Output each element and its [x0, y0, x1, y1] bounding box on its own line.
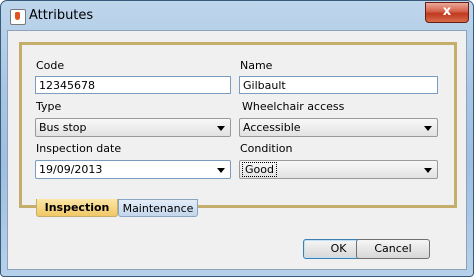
tab-maintenance[interactable]: Maintenance [118, 199, 198, 217]
inspection-tab-panel: Code 12345678 Name Gilbault Type Bus sto… [19, 42, 457, 208]
code-label: Code [36, 59, 65, 72]
wheelchair-access-label: Wheelchair access [242, 100, 345, 113]
chevron-down-icon [424, 126, 432, 131]
close-button[interactable]: x [425, 2, 469, 23]
condition-select-value: Good [242, 162, 277, 177]
title-bar[interactable]: Attributes x [1, 1, 473, 31]
name-label: Name [240, 59, 273, 72]
type-label: Type [36, 100, 62, 113]
java-app-icon [10, 9, 26, 25]
cancel-button[interactable]: Cancel [356, 239, 430, 259]
window-title: Attributes [29, 8, 94, 23]
wheelchair-access-select-value: Accessible [243, 121, 301, 134]
inspection-date-value: 19/09/2013 [39, 163, 103, 176]
attributes-dialog: Attributes x Code 12345678 Name Gilbault… [0, 0, 474, 277]
tab-inspection[interactable]: Inspection [36, 199, 118, 217]
chevron-down-icon [424, 168, 432, 173]
inspection-date-label: Inspection date [36, 142, 122, 155]
condition-label: Condition [240, 142, 293, 155]
chevron-down-icon [217, 126, 225, 131]
type-select[interactable]: Bus stop [35, 118, 231, 137]
wheelchair-access-select[interactable]: Accessible [239, 118, 438, 137]
name-field[interactable]: Gilbault [239, 76, 438, 94]
chevron-down-icon [217, 168, 225, 173]
inspection-date-picker[interactable]: 19/09/2013 [35, 160, 231, 179]
condition-select[interactable]: Good [239, 160, 438, 179]
dialog-content: Code 12345678 Name Gilbault Type Bus sto… [7, 30, 467, 270]
type-select-value: Bus stop [39, 121, 87, 134]
code-field[interactable]: 12345678 [35, 76, 231, 94]
